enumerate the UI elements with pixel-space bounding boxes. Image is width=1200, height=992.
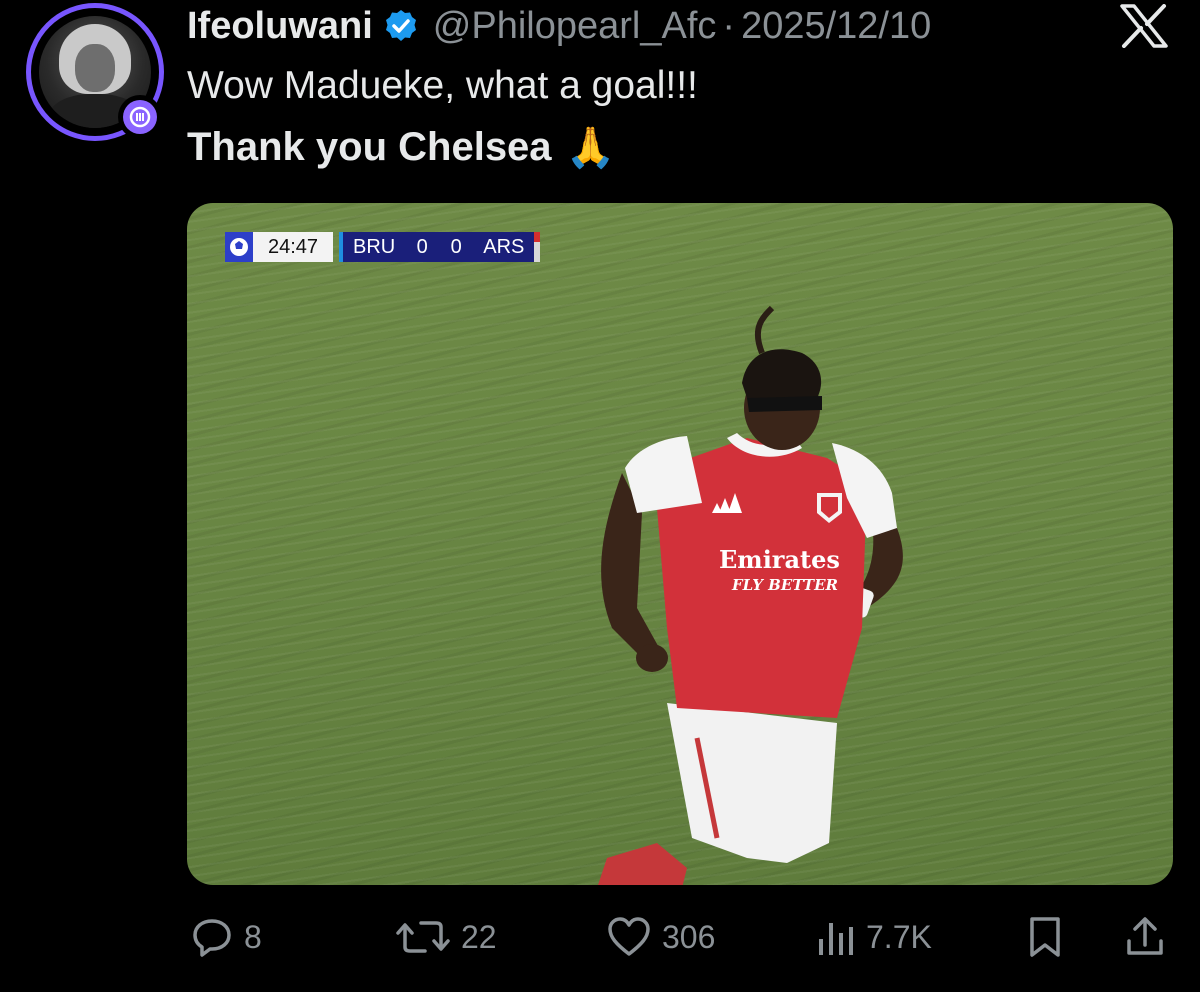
tweet-date[interactable]: 2025/12/10 [741, 5, 931, 48]
tweet-text-line-2: Thank you Chelsea 🙏 [187, 124, 615, 171]
share-icon [1127, 917, 1163, 955]
views-button[interactable]: 7.7K [816, 905, 932, 969]
player-figure: Emirates FLY BETTER [598, 305, 903, 885]
home-team: BRU [339, 232, 405, 262]
reply-button[interactable]: 8 [190, 905, 262, 969]
retweet-count: 22 [461, 918, 497, 955]
tweet-actions: 8 22 306 7.7K [190, 905, 1180, 969]
like-icon [608, 917, 650, 956]
bookmark-button[interactable] [1026, 905, 1064, 969]
shirt-tagline: FLY BETTER [731, 576, 838, 594]
like-button[interactable]: 306 [606, 905, 715, 969]
retweet-icon [396, 921, 450, 953]
author-handle[interactable]: @Philopearl_Afc [433, 5, 717, 48]
tweet-text-bold: Thank you Chelsea [187, 125, 552, 169]
subscriber-badge-icon [118, 95, 162, 139]
reply-icon [193, 919, 231, 957]
retweet-button[interactable]: 22 [395, 905, 497, 969]
author-name[interactable]: Ifeoluwani [187, 5, 373, 48]
tweet: Ifeoluwani @Philopearl_Afc · 2025/12/10 … [0, 0, 1200, 992]
scorebug: 24:47 BRU 0 0 ARS [225, 232, 541, 262]
champions-league-icon [225, 232, 253, 262]
reply-count: 8 [244, 918, 262, 955]
pray-emoji-icon: 🙏 [565, 126, 616, 170]
bookmark-icon [1030, 917, 1060, 957]
score-panel: BRU 0 0 ARS [339, 232, 541, 262]
share-button[interactable] [1124, 905, 1166, 969]
header-separator: · [722, 4, 736, 47]
away-score: 0 [450, 235, 462, 258]
away-team: ARS [473, 232, 541, 262]
view-count: 7.7K [866, 918, 932, 955]
tweet-text-line-1: Wow Madueke, what a goal!!! [187, 64, 698, 107]
x-logo-icon [1118, 4, 1170, 48]
home-score: 0 [416, 235, 428, 258]
tweet-media[interactable]: 24:47 BRU 0 0 ARS Emirates FLY BETTER [187, 203, 1173, 885]
shirt-sponsor: Emirates [719, 545, 840, 574]
like-count: 306 [662, 918, 716, 955]
avatar[interactable] [26, 3, 164, 141]
match-clock: 24:47 [253, 232, 333, 262]
tweet-header: Ifeoluwani @Philopearl_Afc · 2025/12/10 [187, 0, 931, 52]
views-icon [819, 923, 853, 955]
verified-icon [383, 8, 419, 44]
